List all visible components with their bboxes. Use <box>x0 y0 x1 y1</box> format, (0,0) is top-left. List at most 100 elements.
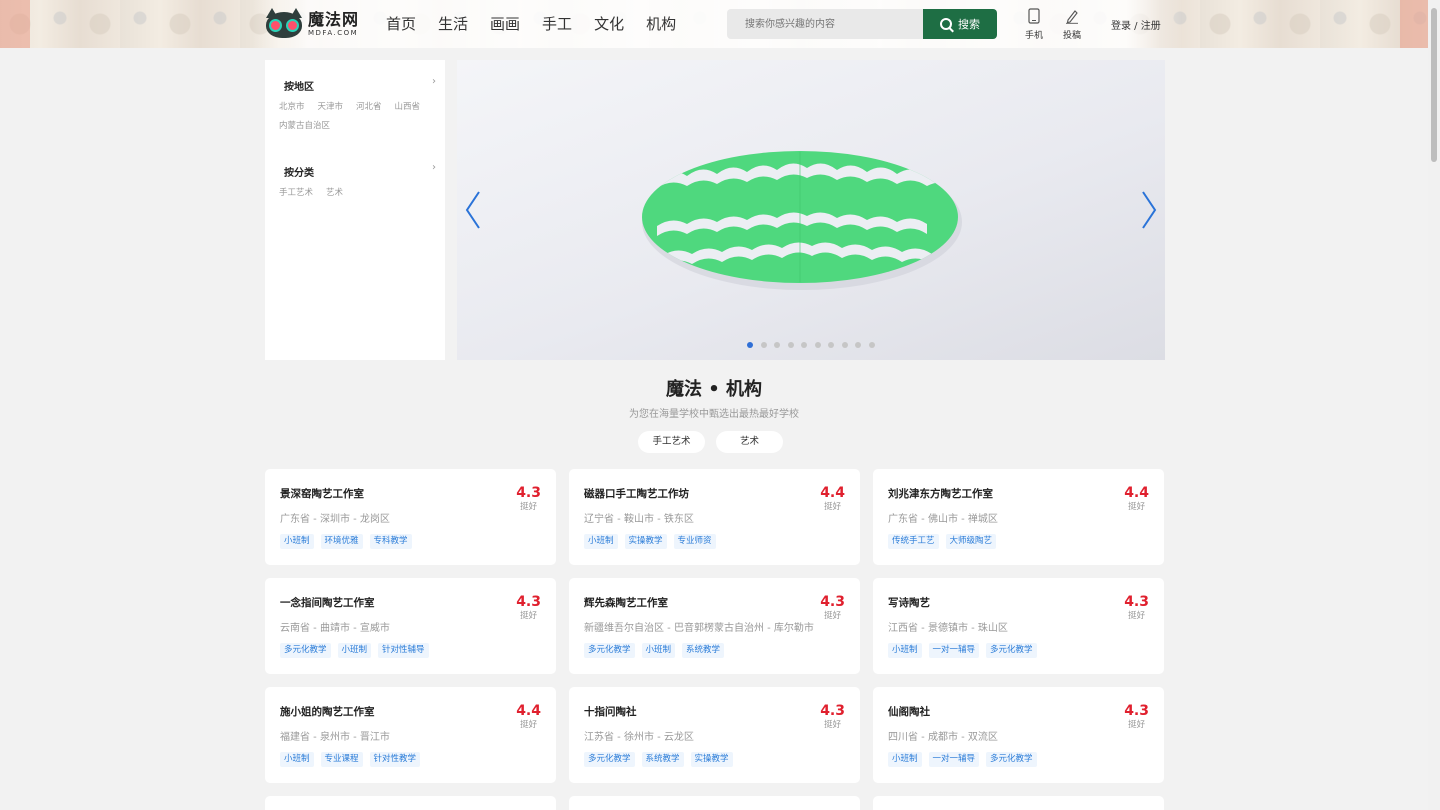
site-logo[interactable]: 魔法网 MDFA.COM <box>264 6 364 42</box>
chevron-right-icon[interactable]: › <box>432 162 436 173</box>
institution-card[interactable]: 施小姐的陶艺工作室 福建省 - 泉州市 - 晋江市 小班制 专业课程 针对性教学 4.4 挺… <box>265 687 556 783</box>
institution-card[interactable]: 写诗陶艺 江西省 - 景德镇市 - 珠山区 小班制 一对一辅导 多元化教学 4.3 挺好 <box>873 578 1164 674</box>
region-option[interactable]: 天津市 <box>318 102 344 112</box>
feature-tag: 针对性辅导 <box>378 643 429 658</box>
carousel-dot[interactable] <box>774 342 780 348</box>
tab-handcraft-art[interactable]: 手工艺术 <box>638 431 705 453</box>
submit-post-label: 投稿 <box>1062 31 1081 41</box>
feature-tag: 小班制 <box>337 643 372 658</box>
search-button[interactable]: 搜索 <box>923 9 997 39</box>
feature-tag: 小班制 <box>888 643 922 658</box>
nav-item-handcraft[interactable]: 手工 <box>542 14 572 34</box>
carousel-dot[interactable] <box>855 342 861 348</box>
region-option[interactable]: 山西省 <box>395 102 421 112</box>
login-register-link[interactable]: 登录 / 注册 <box>1111 17 1161 32</box>
institution-card[interactable]: 仙阁陶社 四川省 - 成都市 - 双流区 小班制 一对一辅导 多元化教学 4.3 挺好 <box>873 687 1164 783</box>
feature-tag: 实操教学 <box>690 752 733 767</box>
feature-tag: 系统教学 <box>682 643 725 658</box>
rating-label: 挺好 <box>1128 720 1146 730</box>
institution-name[interactable]: 刘兆津东方陶艺工作室 <box>888 486 993 501</box>
tab-art[interactable]: 艺术 <box>716 431 783 453</box>
institution-card[interactable] <box>265 796 556 810</box>
banner-carousel[interactable] <box>457 60 1165 360</box>
site-header: 魔法网 MDFA.COM 首页 生活 画画 手工 文化 机构 搜索 手机 投稿 … <box>0 0 1440 48</box>
region-option[interactable]: 北京市 <box>279 102 305 112</box>
institution-name[interactable]: 一念指间陶艺工作室 <box>280 595 375 610</box>
phone-icon <box>1028 8 1040 24</box>
section-title: 魔法 • 机构 <box>665 379 763 400</box>
rating-label: 挺好 <box>520 611 538 621</box>
category-filter-title[interactable]: 按分类 <box>284 164 435 179</box>
feature-tag: 多元化教学 <box>986 643 1037 658</box>
feature-tag: 小班制 <box>584 534 618 549</box>
rating: 4.3 挺好 <box>516 485 541 513</box>
rating-score: 4.4 <box>516 703 541 719</box>
institution-name[interactable]: 辉先森陶艺工作室 <box>584 595 668 610</box>
carousel-dot[interactable] <box>801 342 807 348</box>
nav-item-home[interactable]: 首页 <box>386 14 416 34</box>
category-tabs: 手工艺术 艺术 <box>638 431 794 453</box>
institution-name[interactable]: 景深窑陶艺工作室 <box>280 486 364 501</box>
region-option[interactable]: 河北省 <box>356 102 382 112</box>
chevron-right-icon[interactable]: › <box>432 76 436 87</box>
carousel-dot[interactable] <box>868 342 875 348</box>
institution-card[interactable] <box>873 796 1164 810</box>
institution-card[interactable]: 十指问陶社 江苏省 - 徐州市 - 云龙区 多元化教学 系统教学 实操教学 4.3 挺好 <box>569 687 860 783</box>
carousel-dot[interactable] <box>814 342 821 348</box>
institution-name[interactable]: 写诗陶艺 <box>888 595 930 610</box>
nav-item-drawing[interactable]: 画画 <box>490 14 520 34</box>
rating-label: 挺好 <box>824 720 842 730</box>
region-filter-title[interactable]: 按地区 <box>284 78 435 93</box>
institution-name[interactable]: 磁器口手工陶艺工作坊 <box>584 486 689 501</box>
institution-card[interactable]: 刘兆津东方陶艺工作室 广东省 - 佛山市 - 禅城区 传统手工艺 大师级陶艺 4.4 挺好 <box>873 469 1164 565</box>
institution-card[interactable]: 辉先森陶艺工作室 新疆维吾尔自治区 - 巴音郭楞蒙古自治州 - 库尔勒市 多元化教学… <box>569 578 860 674</box>
nav-item-culture[interactable]: 文化 <box>594 14 624 34</box>
feature-tags: 多元化教学 小班制 系统教学 <box>584 643 731 658</box>
scrollbar-thumb[interactable] <box>1431 8 1437 162</box>
carousel-dot[interactable] <box>841 342 848 348</box>
feature-tags: 小班制 一对一辅导 多元化教学 <box>888 643 1044 658</box>
institution-location: 广东省 - 深圳市 - 龙岗区 <box>280 514 390 525</box>
page-scrollbar[interactable] <box>1428 0 1440 810</box>
nav-item-life[interactable]: 生活 <box>438 14 468 34</box>
pencil-icon <box>1066 10 1078 24</box>
category-option[interactable]: 艺术 <box>326 188 343 198</box>
rating: 4.3 挺好 <box>820 594 845 622</box>
feature-tag: 环境优雅 <box>320 534 363 549</box>
institution-name[interactable]: 十指问陶社 <box>584 704 637 719</box>
rating-label: 挺好 <box>824 502 842 512</box>
banner-image <box>642 151 962 290</box>
filter-sidebar: 按地区 › 北京市 天津市 河北省 山西省 内蒙古自治区 按分类 › 手工艺术 … <box>265 60 445 360</box>
rating: 4.4 挺好 <box>820 485 845 513</box>
mobile-link-label: 手机 <box>1024 31 1043 41</box>
region-option[interactable]: 内蒙古自治区 <box>279 121 330 131</box>
rating-label: 挺好 <box>824 611 842 621</box>
rating: 4.4 挺好 <box>516 703 541 731</box>
header-decoration-right <box>1400 0 1430 48</box>
institution-name[interactable]: 施小姐的陶艺工作室 <box>280 704 375 719</box>
chevron-right-icon[interactable] <box>1141 190 1157 230</box>
nav-item-institution[interactable]: 机构 <box>646 14 676 34</box>
search-input[interactable] <box>727 9 923 39</box>
carousel-dot[interactable] <box>760 342 767 348</box>
institution-card[interactable]: 磁器口手工陶艺工作坊 辽宁省 - 鞍山市 - 铁东区 小班制 实操教学 专业师资 4.4 挺… <box>569 469 860 565</box>
institution-name[interactable]: 仙阁陶社 <box>888 704 930 719</box>
feature-tags: 多元化教学 小班制 针对性辅导 <box>280 643 436 658</box>
rating: 4.3 挺好 <box>820 703 845 731</box>
rating-score: 4.4 <box>820 485 845 501</box>
institution-card[interactable]: 一念指间陶艺工作室 云南省 - 曲靖市 - 宣威市 多元化教学 小班制 针对性辅导 4.3… <box>265 578 556 674</box>
submit-post-link[interactable]: 投稿 <box>1058 8 1086 41</box>
institution-location: 辽宁省 - 鞍山市 - 铁东区 <box>584 514 694 525</box>
institution-card[interactable]: 景深窑陶艺工作室 广东省 - 深圳市 - 龙岗区 小班制 环境优雅 专科教学 4.3 挺好 <box>265 469 556 565</box>
carousel-dot[interactable] <box>828 342 834 348</box>
feature-tag: 小班制 <box>280 752 314 767</box>
feature-tag: 多元化教学 <box>280 643 331 658</box>
carousel-dot[interactable] <box>747 342 753 348</box>
region-filter: 按地区 › 北京市 天津市 河北省 山西省 内蒙古自治区 <box>279 76 436 140</box>
mobile-link[interactable]: 手机 <box>1020 8 1048 41</box>
feature-tag: 一对一辅导 <box>928 643 980 658</box>
carousel-dot[interactable] <box>787 342 794 348</box>
institution-card[interactable] <box>569 796 860 810</box>
chevron-left-icon[interactable] <box>465 190 481 230</box>
category-option[interactable]: 手工艺术 <box>279 188 313 198</box>
